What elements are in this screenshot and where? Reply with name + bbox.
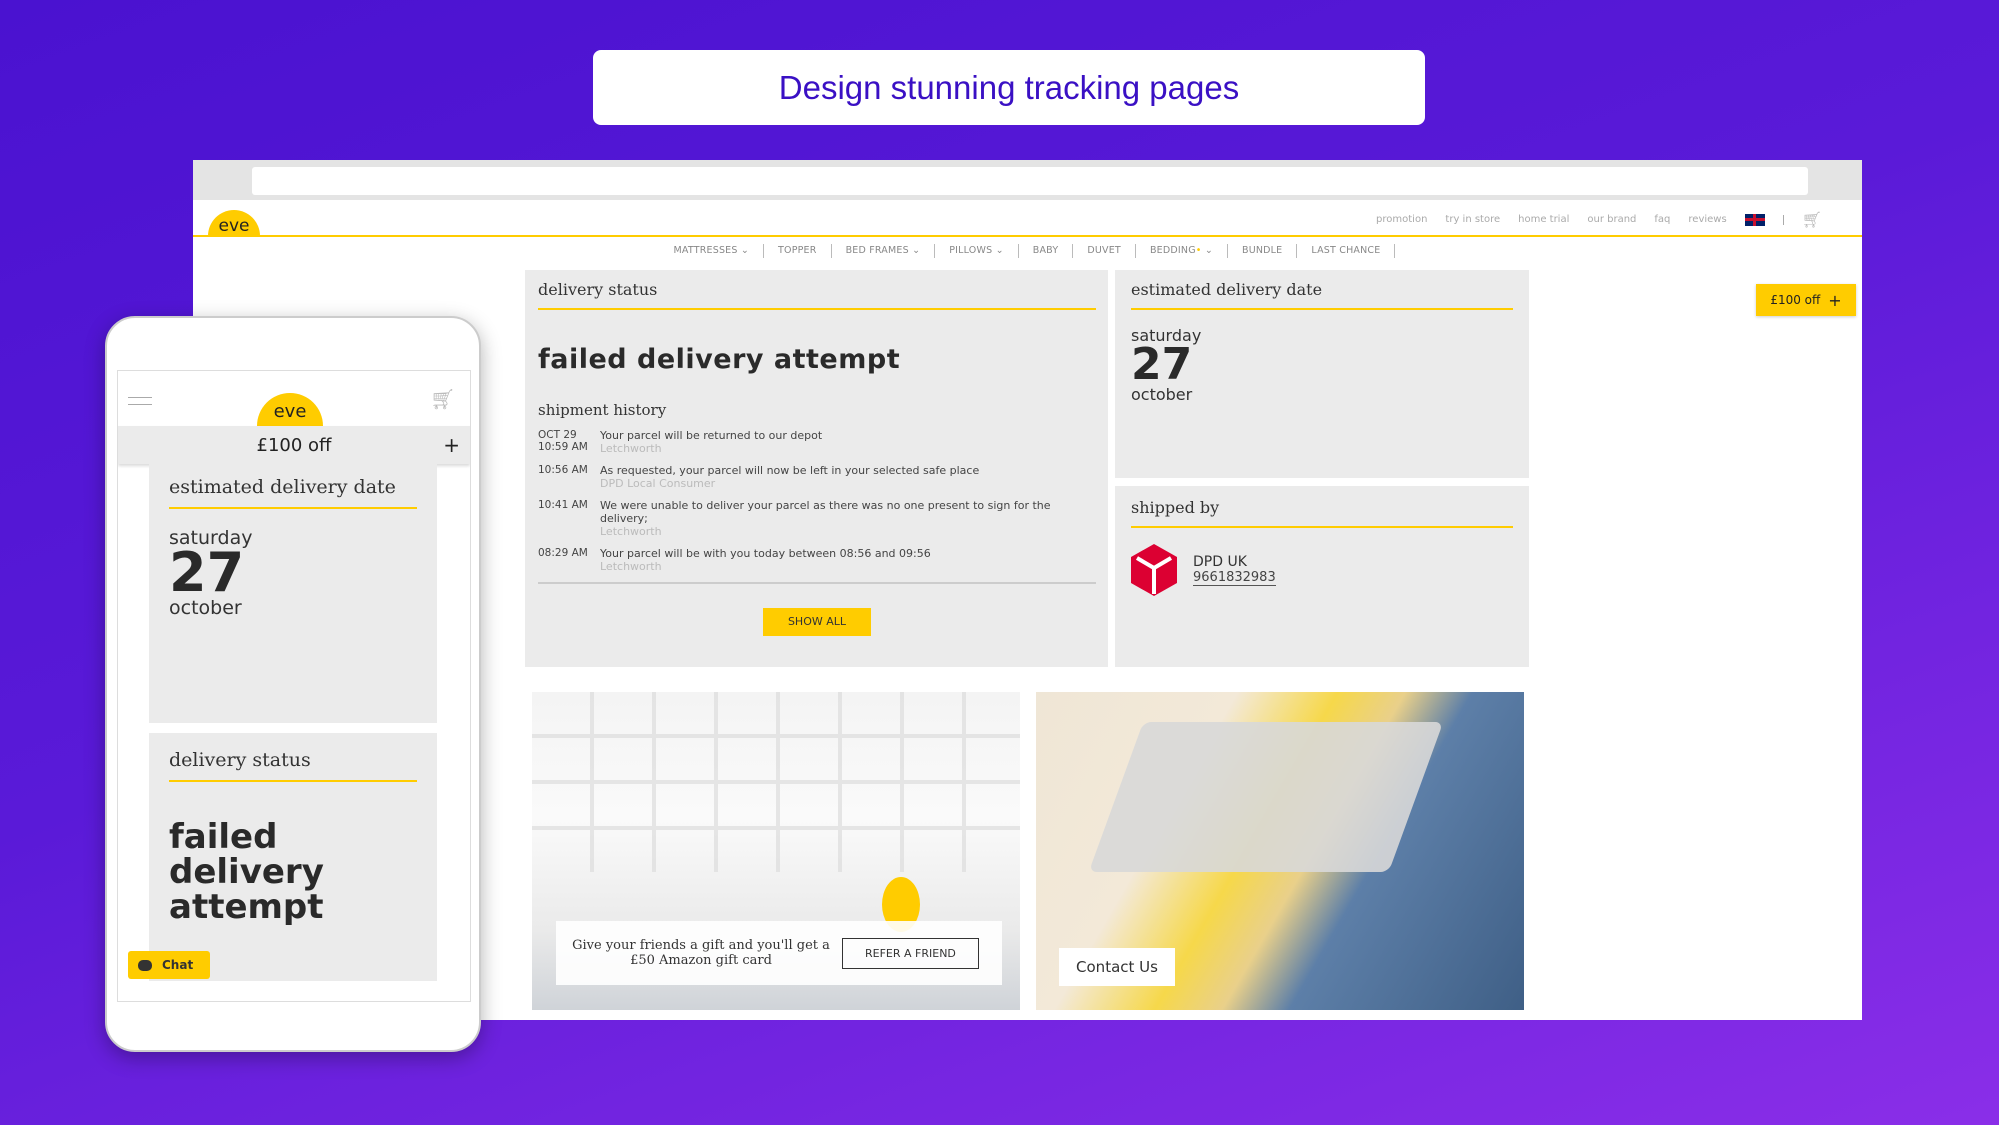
laptop-image	[1088, 722, 1444, 872]
estimated-delivery-card: estimated delivery date saturday 27 octo…	[1115, 270, 1529, 478]
nav-baby[interactable]: BABY	[1019, 244, 1074, 258]
uk-flag-icon[interactable]	[1744, 213, 1765, 226]
mobile-cart-icon[interactable]: 🛒︎	[430, 387, 455, 411]
mobile-offer-bar[interactable]: £100 off +	[118, 426, 470, 464]
nav-last-chance[interactable]: LAST CHANCE	[1297, 244, 1396, 258]
plus-icon: +	[443, 433, 460, 457]
carrier-name: DPD UK	[1193, 554, 1247, 570]
chat-bubble-icon	[138, 959, 152, 971]
nav-bedding[interactable]: BEDDING• ⌄	[1136, 244, 1228, 258]
nav-bed-frames[interactable]: BED FRAMES ⌄	[832, 244, 936, 258]
offer-button[interactable]: £100 off +	[1756, 284, 1856, 316]
day: 27	[1131, 339, 1193, 390]
chevron-down-icon: ⌄	[740, 245, 750, 256]
mobile-screen: eve 🛒︎ £100 off + estimated delivery date…	[117, 370, 471, 1002]
shipped-by-card: shipped by DPD UK 9661832983	[1115, 486, 1529, 667]
mobile-eve-logo[interactable]: eve	[257, 393, 323, 426]
card-heading: shipped by	[1131, 498, 1513, 528]
history-text: We were unable to deliver your parcel as…	[600, 499, 1051, 525]
history-time: OCT 29 10:59 AM	[538, 429, 588, 453]
chevron-down-icon: ⌄	[912, 245, 921, 256]
history-location: DPD Local Consumer	[600, 477, 716, 490]
history-location: Letchworth	[600, 560, 662, 573]
delivery-status: failed delivery attempt	[169, 817, 324, 927]
history-text: Your parcel will be with you today betwe…	[600, 547, 931, 560]
month: october	[1131, 385, 1193, 404]
cart-icon[interactable]: 🛒︎	[1802, 210, 1822, 229]
history-time: 10:56 AM	[538, 464, 588, 476]
plus-icon: +	[1828, 290, 1842, 310]
history-row: 08:29 AM Your parcel will be with you tod…	[538, 547, 1096, 573]
nav-duvet[interactable]: DUVET	[1073, 244, 1136, 258]
browser-toolbar	[193, 160, 1862, 200]
mobile-phone-frame: eve 🛒︎ £100 off + estimated delivery date…	[105, 316, 481, 1052]
nav-label: BEDDING	[1149, 245, 1196, 256]
link-try-in-store[interactable]: try in store	[1445, 214, 1500, 225]
main-nav: MATTRESSES ⌄ TOPPER BED FRAMES ⌄ PILLOWS…	[193, 244, 1862, 258]
offer-label: £100 off	[1770, 293, 1821, 307]
divider	[1782, 214, 1784, 225]
window-grid-image	[532, 692, 1020, 872]
nav-bundle[interactable]: BUNDLE	[1228, 244, 1298, 258]
contact-us-button[interactable]: Contact Us	[1059, 948, 1175, 986]
chevron-down-icon: ⌄	[995, 245, 1004, 256]
history-location: Letchworth	[600, 525, 662, 538]
history-location: Letchworth	[600, 442, 662, 455]
history-row: 10:41 AM We were unable to deliver your p…	[538, 499, 1096, 538]
link-faq[interactable]: faq	[1654, 214, 1670, 225]
link-home-trial[interactable]: home trial	[1518, 214, 1569, 225]
chat-button[interactable]: Chat	[128, 951, 210, 979]
history-row: 10:56 AM As requested, your parcel will n…	[538, 464, 1096, 490]
nav-pillows[interactable]: PILLOWS ⌄	[935, 244, 1019, 258]
banner-title: Design stunning tracking pages	[593, 50, 1425, 125]
chat-label: Chat	[162, 958, 194, 972]
history-row: OCT 29 10:59 AM Your parcel will be return…	[538, 429, 1096, 455]
header-rule	[193, 235, 1862, 237]
nav-topper[interactable]: TOPPER	[764, 244, 832, 258]
eve-logo[interactable]: eve	[208, 210, 260, 236]
refer-overlay: Give your friends a gift and you'll get …	[556, 921, 1002, 985]
link-reviews[interactable]: reviews	[1688, 214, 1726, 225]
nav-label: MATTRESSES	[673, 245, 738, 256]
show-all-button[interactable]: SHOW ALL	[763, 608, 871, 636]
history-heading: shipment history	[538, 401, 667, 419]
history-text: Your parcel will be returned to our depo…	[600, 429, 823, 442]
dpd-logo-icon	[1131, 544, 1177, 596]
top-links: promotion try in store home trial our br…	[1376, 210, 1822, 229]
hamburger-icon[interactable]	[128, 397, 152, 405]
day: 27	[169, 541, 245, 604]
new-dot: •	[1195, 245, 1202, 256]
offer-label: £100 off	[256, 434, 332, 456]
address-bar[interactable]	[252, 167, 1808, 195]
mobile-delivery-card: delivery status failed delivery attempt	[149, 733, 437, 981]
card-heading: estimated delivery date	[1131, 280, 1513, 310]
nav-label: BED FRAMES	[845, 245, 909, 256]
history-text: As requested, your parcel will now be le…	[600, 464, 980, 477]
delivery-status-card: delivery status failed delivery attempt …	[525, 270, 1108, 667]
refer-friend-banner: Give your friends a gift and you'll get …	[532, 692, 1020, 1010]
chevron-down-icon: ⌄	[1204, 245, 1213, 256]
refer-text: Give your friends a gift and you'll get …	[572, 938, 830, 968]
card-heading: delivery status	[169, 749, 417, 782]
history-time: 08:29 AM	[538, 547, 588, 559]
nav-mattresses[interactable]: MATTRESSES ⌄	[660, 244, 765, 258]
link-promotion[interactable]: promotion	[1376, 214, 1427, 225]
nav-label: PILLOWS	[949, 245, 993, 256]
contact-banner: Contact Us	[1036, 692, 1524, 1010]
divider	[538, 582, 1096, 584]
history-time: 10:41 AM	[538, 499, 588, 511]
card-heading: estimated delivery date	[169, 476, 417, 509]
mobile-estimate-card: estimated delivery date saturday 27 octo…	[149, 464, 437, 723]
link-our-brand[interactable]: our brand	[1587, 214, 1636, 225]
delivery-status: failed delivery attempt	[538, 344, 901, 375]
card-heading: delivery status	[538, 280, 1096, 310]
month: october	[169, 597, 242, 619]
refer-a-friend-button[interactable]: REFER A FRIEND	[842, 937, 979, 969]
tracking-number-link[interactable]: 9661832983	[1193, 570, 1276, 586]
